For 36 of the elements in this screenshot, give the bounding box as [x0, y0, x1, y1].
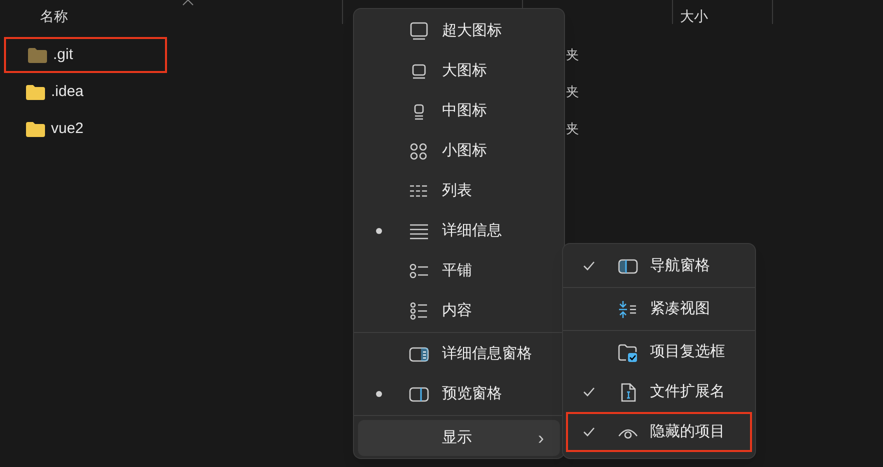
menu-item[interactable]: 项目复选框 — [568, 332, 750, 372]
details-pane-icon — [409, 344, 429, 364]
menu-item[interactable]: 列表 — [354, 171, 564, 211]
menu-item[interactable]: 紧凑视图 — [568, 289, 750, 329]
file-type: 夹 — [566, 46, 579, 64]
extra-large-icons-icon — [409, 22, 429, 40]
file-name[interactable]: vue2 — [51, 118, 84, 140]
tiles-view-icon — [409, 262, 429, 280]
folder-checkbox-icon — [618, 342, 638, 362]
preview-pane-icon — [409, 384, 429, 404]
compact-view-icon — [618, 300, 638, 318]
file-name[interactable]: .git — [53, 44, 74, 66]
menu-item[interactable]: 导航窗格 — [568, 246, 750, 286]
menu-item[interactable]: 超大图标 — [354, 11, 564, 51]
file-name[interactable]: .idea — [51, 80, 84, 104]
file-type: 夹 — [566, 120, 579, 138]
column-header[interactable]: 大小 — [680, 6, 708, 27]
menu-item[interactable]: 中图标 — [354, 91, 564, 131]
menu-item[interactable]: 小图标 — [354, 131, 564, 171]
file-type: 夹 — [566, 83, 579, 101]
show-menu-item[interactable]: 显示 › — [358, 420, 560, 456]
menu-item[interactable]: 详细信息窗格 — [354, 334, 564, 374]
menu-item[interactable]: 文件扩展名 — [568, 372, 750, 412]
menu-item[interactable]: 内容 — [354, 291, 564, 331]
chevron-icon: › — [538, 424, 544, 452]
content-view-icon — [409, 302, 429, 320]
menu-item[interactable]: 大图标 — [354, 51, 564, 91]
column-header[interactable]: 名称 — [40, 6, 68, 27]
details-view-icon — [409, 222, 429, 240]
pane-icon — [618, 256, 638, 276]
small-icons-icon — [409, 142, 429, 160]
menu-item[interactable]: 预览窗格 — [354, 374, 564, 414]
menu-item[interactable]: 详细信息 — [354, 211, 564, 251]
menu-item[interactable]: 平铺 — [354, 251, 564, 291]
menu-item[interactable]: 隐藏的项目 — [566, 412, 752, 452]
collapse-chevron-icon[interactable] — [182, 0, 194, 6]
